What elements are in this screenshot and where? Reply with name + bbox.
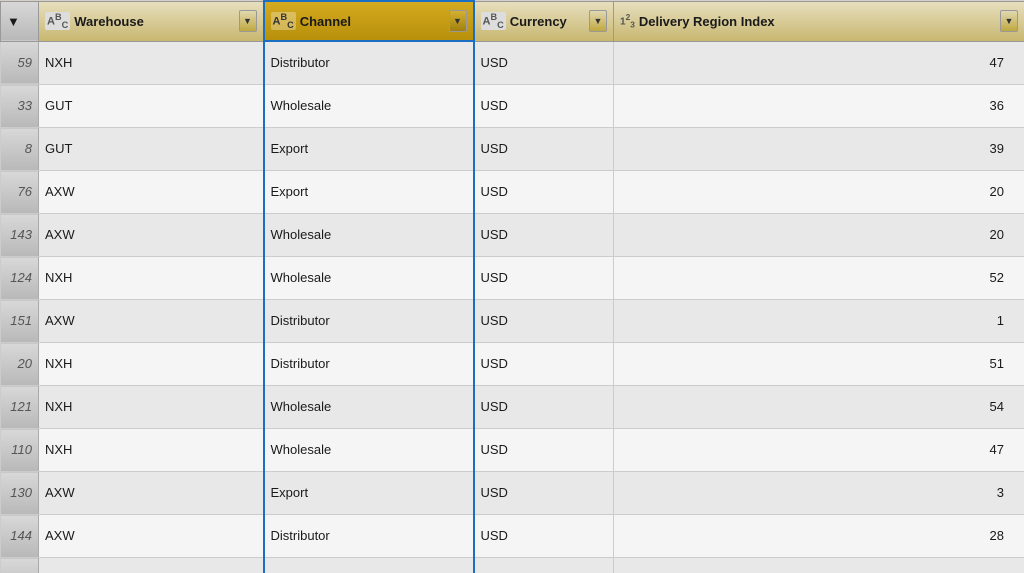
delivery-cell: 39 xyxy=(614,128,1024,171)
sort-icon: ▼ xyxy=(7,14,20,29)
warehouse-cell: AXW xyxy=(39,515,264,558)
row-index-cell: 124 xyxy=(1,257,39,300)
abc-type-icon-active: ABC xyxy=(271,12,296,30)
table-row[interactable]: 76AXWExportUSD20 xyxy=(1,171,1024,214)
row-index-cell: 76 xyxy=(1,171,39,214)
delivery-cell: 51 xyxy=(614,343,1024,386)
warehouse-cell: NXH xyxy=(39,343,264,386)
row-index-cell: 143 xyxy=(1,214,39,257)
table-row[interactable]: 144AXWDistributorUSD28 xyxy=(1,515,1024,558)
channel-cell: Export xyxy=(264,558,474,573)
currency-cell: USD xyxy=(474,343,614,386)
delivery-cell: 28 xyxy=(614,515,1024,558)
row-index-cell: 121 xyxy=(1,386,39,429)
warehouse-cell: NXH xyxy=(39,558,264,573)
currency-column-header[interactable]: ABC Currency ▼ xyxy=(474,1,614,41)
channel-cell: Export xyxy=(264,472,474,515)
currency-cell: USD xyxy=(474,41,614,85)
delivery-cell: 47 xyxy=(614,429,1024,472)
warehouse-cell: AXW xyxy=(39,300,264,343)
delivery-cell: 57 xyxy=(614,558,1024,573)
table-row[interactable]: 143AXWWholesaleUSD20 xyxy=(1,214,1024,257)
table-row[interactable]: 130AXWExportUSD3 xyxy=(1,472,1024,515)
warehouse-cell: NXH xyxy=(39,41,264,85)
channel-cell: Export xyxy=(264,171,474,214)
row-index-cell: 144 xyxy=(1,515,39,558)
row-index-cell: 151 xyxy=(1,300,39,343)
table-row[interactable]: 124NXHWholesaleUSD52 xyxy=(1,257,1024,300)
table-row[interactable]: 130NXHExportUSD57 xyxy=(1,558,1024,573)
warehouse-cell: NXH xyxy=(39,429,264,472)
channel-filter-button[interactable]: ▼ xyxy=(449,10,467,32)
table-row[interactable]: 121NXHWholesaleUSD54 xyxy=(1,386,1024,429)
warehouse-cell: GUT xyxy=(39,128,264,171)
currency-cell: USD xyxy=(474,300,614,343)
table-row[interactable]: 33GUTWholesaleUSD36 xyxy=(1,85,1024,128)
delivery-cell: 3 xyxy=(614,472,1024,515)
channel-header-label: Channel xyxy=(300,14,351,29)
delivery-cell: 54 xyxy=(614,386,1024,429)
currency-filter-button[interactable]: ▼ xyxy=(589,10,607,32)
delivery-header-label: Delivery Region Index xyxy=(639,14,775,29)
table-body: 59NXHDistributorUSD4733GUTWholesaleUSD36… xyxy=(1,41,1024,573)
warehouse-filter-button[interactable]: ▼ xyxy=(239,10,257,32)
channel-cell: Wholesale xyxy=(264,214,474,257)
table-row[interactable]: 110NXHWholesaleUSD47 xyxy=(1,429,1024,472)
abc-type-icon: ABC xyxy=(481,12,506,30)
row-index-cell: 33 xyxy=(1,85,39,128)
warehouse-cell: NXH xyxy=(39,386,264,429)
channel-cell: Distributor xyxy=(264,41,474,85)
table-row[interactable]: 59NXHDistributorUSD47 xyxy=(1,41,1024,85)
warehouse-cell: NXH xyxy=(39,257,264,300)
channel-cell: Distributor xyxy=(264,343,474,386)
data-table: ▼ ABC Warehouse ▼ ABC Channel ▼ xyxy=(0,0,1024,573)
currency-cell: USD xyxy=(474,214,614,257)
currency-cell: USD xyxy=(474,515,614,558)
channel-cell: Wholesale xyxy=(264,85,474,128)
currency-cell: USD xyxy=(474,85,614,128)
channel-cell: Distributor xyxy=(264,300,474,343)
delivery-cell: 1 xyxy=(614,300,1024,343)
channel-cell: Distributor xyxy=(264,515,474,558)
delivery-cell: 36 xyxy=(614,85,1024,128)
currency-cell: USD xyxy=(474,257,614,300)
channel-cell: Wholesale xyxy=(264,257,474,300)
row-index-cell: 110 xyxy=(1,429,39,472)
warehouse-cell: AXW xyxy=(39,472,264,515)
currency-cell: USD xyxy=(474,429,614,472)
delivery-cell: 20 xyxy=(614,214,1024,257)
currency-cell: USD xyxy=(474,472,614,515)
row-index-cell: 20 xyxy=(1,343,39,386)
channel-cell: Export xyxy=(264,128,474,171)
currency-cell: USD xyxy=(474,558,614,573)
delivery-cell: 20 xyxy=(614,171,1024,214)
warehouse-column-header[interactable]: ABC Warehouse ▼ xyxy=(39,1,264,41)
delivery-filter-button[interactable]: ▼ xyxy=(1000,10,1018,32)
row-index-cell: 59 xyxy=(1,41,39,85)
channel-cell: Wholesale xyxy=(264,386,474,429)
index-header: ▼ xyxy=(1,1,39,41)
warehouse-header-label: Warehouse xyxy=(74,14,144,29)
warehouse-cell: AXW xyxy=(39,214,264,257)
delivery-column-header[interactable]: 123 Delivery Region Index ▼ xyxy=(614,1,1024,41)
delivery-cell: 47 xyxy=(614,41,1024,85)
currency-header-label: Currency xyxy=(510,14,567,29)
table-row[interactable]: 151AXWDistributorUSD1 xyxy=(1,300,1024,343)
table-row[interactable]: 20NXHDistributorUSD51 xyxy=(1,343,1024,386)
currency-cell: USD xyxy=(474,386,614,429)
warehouse-cell: AXW xyxy=(39,171,264,214)
delivery-cell: 52 xyxy=(614,257,1024,300)
row-index-cell: 8 xyxy=(1,128,39,171)
abc-type-icon: ABC xyxy=(45,12,70,30)
currency-cell: USD xyxy=(474,128,614,171)
channel-column-header[interactable]: ABC Channel ▼ xyxy=(264,1,474,41)
warehouse-cell: GUT xyxy=(39,85,264,128)
currency-cell: USD xyxy=(474,171,614,214)
table-row[interactable]: 8GUTExportUSD39 xyxy=(1,128,1024,171)
num-type-icon: 123 xyxy=(620,12,635,29)
row-index-cell: 130 xyxy=(1,558,39,573)
row-index-cell: 130 xyxy=(1,472,39,515)
channel-cell: Wholesale xyxy=(264,429,474,472)
